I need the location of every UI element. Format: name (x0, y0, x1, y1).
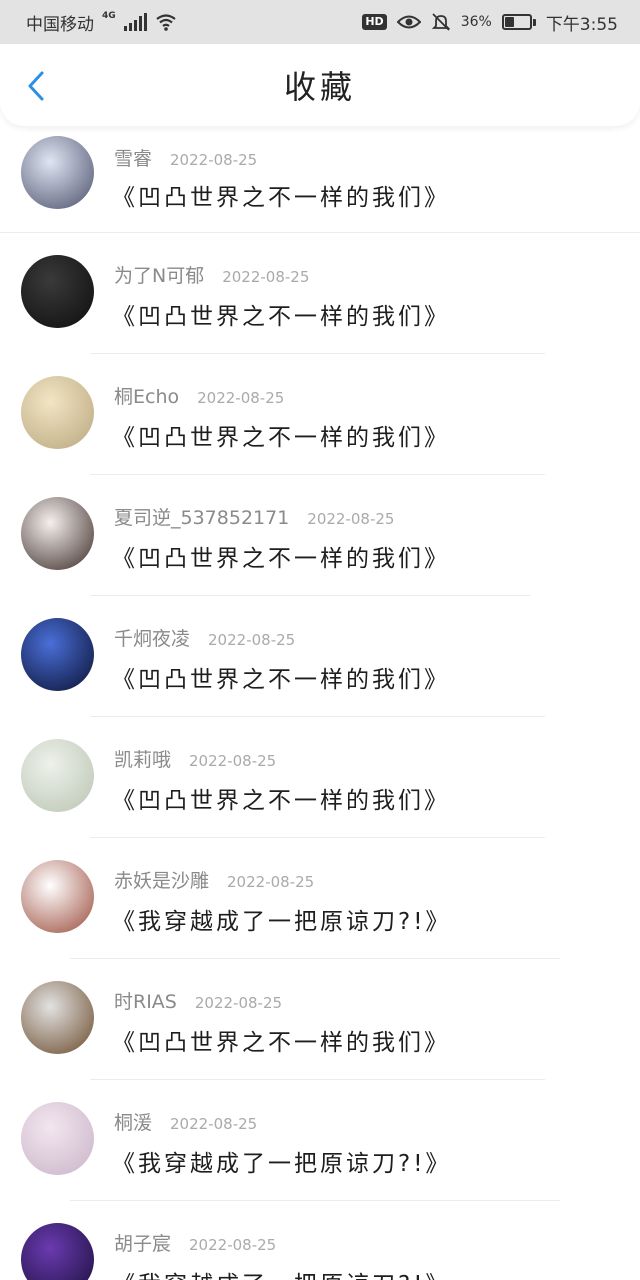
item-meta: 时RIAS 2022-08-25 (114, 987, 282, 1014)
status-bar-left: 中国移动 4G (26, 10, 177, 35)
hd-badge: HD (362, 14, 387, 30)
date-label: 2022-08-25 (189, 752, 277, 770)
list-item[interactable]: 桐湲 2022-08-25 《我穿越成了一把原谅刀?!》 (0, 1080, 640, 1201)
signal-icon (123, 13, 147, 31)
username-label[interactable]: 时RIAS (114, 987, 177, 1014)
date-label: 2022-08-25 (189, 1236, 277, 1254)
eye-comfort-icon (396, 14, 421, 30)
user-avatar[interactable] (21, 860, 94, 933)
book-title-link[interactable]: 《我穿越成了一把原谅刀?!》 (112, 902, 451, 936)
list-item[interactable]: 时RIAS 2022-08-25 《凹凸世界之不一样的我们》 (0, 959, 640, 1080)
list-item[interactable]: 千炯夜凌 2022-08-25 《凹凸世界之不一样的我们》 (0, 596, 640, 717)
username-label[interactable]: 为了N可郁 (114, 261, 204, 288)
mute-bell-icon (431, 12, 451, 32)
date-label: 2022-08-25 (197, 389, 285, 407)
list-item[interactable]: 雪睿 2022-08-25 《凹凸世界之不一样的我们》 (0, 114, 640, 233)
carrier-label: 中国移动 (26, 14, 94, 35)
user-avatar[interactable] (21, 255, 94, 328)
list-item[interactable]: 凯莉哦 2022-08-25 《凹凸世界之不一样的我们》 (0, 717, 640, 838)
back-button[interactable] (18, 68, 54, 104)
date-label: 2022-08-25 (227, 873, 315, 891)
date-label: 2022-08-25 (194, 994, 283, 1012)
item-meta: 桐湲 2022-08-25 (114, 1108, 257, 1135)
user-avatar[interactable] (21, 136, 94, 209)
status-bar-right: HD 36% 下午3:55 (362, 10, 618, 35)
book-title-link[interactable]: 《凹凸世界之不一样的我们》 (112, 660, 450, 694)
wifi-icon (155, 13, 177, 31)
book-title-link[interactable]: 《凹凸世界之不一样的我们》 (112, 178, 450, 212)
username-label[interactable]: 夏司逆_537852171 (114, 503, 289, 530)
date-label: 2022-08-25 (170, 151, 258, 169)
item-meta: 桐Echo 2022-08-25 (114, 382, 284, 409)
date-label: 2022-08-25 (222, 268, 310, 286)
favorites-list: 雪睿 2022-08-25 《凹凸世界之不一样的我们》 为了N可郁 2022-08-25… (0, 114, 640, 1280)
status-bar: 中国移动 4G HD 36% 下午3:55 (0, 0, 640, 44)
list-item[interactable]: 为了N可郁 2022-08-25 《凹凸世界之不一样的我们》 (0, 233, 640, 354)
username-label[interactable]: 雪睿 (114, 144, 152, 171)
item-meta: 为了N可郁 2022-08-25 (114, 261, 309, 288)
clock: 下午3:55 (545, 14, 618, 35)
user-avatar[interactable] (21, 618, 94, 691)
page-header: 收藏 (0, 44, 640, 126)
date-label: 2022-08-25 (208, 631, 296, 649)
battery-icon (501, 14, 536, 30)
list-item[interactable]: 夏司逆_537852171 2022-08-25 《凹凸世界之不一样的我们》 (0, 475, 640, 596)
chevron-left-icon (28, 71, 44, 101)
list-item[interactable]: 桐Echo 2022-08-25 《凹凸世界之不一样的我们》 (0, 354, 640, 475)
item-meta: 凯莉哦 2022-08-25 (114, 745, 276, 772)
battery-percent: 36% (460, 14, 492, 30)
book-title-link[interactable]: 《我穿越成了一把原谅刀?!》 (112, 1265, 451, 1280)
item-meta: 胡子宸 2022-08-25 (114, 1229, 276, 1256)
user-avatar[interactable] (21, 1223, 94, 1280)
item-meta: 赤妖是沙雕 2022-08-25 (114, 866, 314, 893)
date-label: 2022-08-25 (170, 1115, 258, 1133)
username-label[interactable]: 赤妖是沙雕 (114, 866, 209, 893)
username-label[interactable]: 桐Echo (114, 382, 179, 409)
item-meta: 夏司逆_537852171 2022-08-25 (114, 503, 394, 530)
user-avatar[interactable] (21, 981, 94, 1054)
username-label[interactable]: 胡子宸 (114, 1229, 171, 1256)
book-title-link[interactable]: 《凹凸世界之不一样的我们》 (112, 1023, 450, 1057)
list-item[interactable]: 赤妖是沙雕 2022-08-25 《我穿越成了一把原谅刀?!》 (0, 838, 640, 959)
username-label[interactable]: 桐湲 (114, 1108, 152, 1135)
book-title-link[interactable]: 《凹凸世界之不一样的我们》 (112, 781, 450, 815)
user-avatar[interactable] (21, 739, 94, 812)
user-avatar[interactable] (21, 497, 94, 570)
list-item[interactable]: 胡子宸 2022-08-25 《我穿越成了一把原谅刀?!》 (0, 1201, 640, 1280)
book-title-link[interactable]: 《凹凸世界之不一样的我们》 (112, 539, 450, 573)
item-meta: 雪睿 2022-08-25 (114, 144, 257, 171)
username-label[interactable]: 凯莉哦 (114, 745, 171, 772)
date-label: 2022-08-25 (307, 510, 395, 528)
item-meta: 千炯夜凌 2022-08-25 (114, 624, 295, 651)
page-title: 收藏 (283, 68, 356, 106)
book-title-link[interactable]: 《凹凸世界之不一样的我们》 (112, 418, 450, 452)
network-type-label: 4G (102, 11, 116, 21)
user-avatar[interactable] (21, 376, 94, 449)
book-title-link[interactable]: 《凹凸世界之不一样的我们》 (112, 297, 450, 331)
book-title-link[interactable]: 《我穿越成了一把原谅刀?!》 (112, 1144, 451, 1178)
username-label[interactable]: 千炯夜凌 (114, 624, 190, 651)
user-avatar[interactable] (21, 1102, 94, 1175)
